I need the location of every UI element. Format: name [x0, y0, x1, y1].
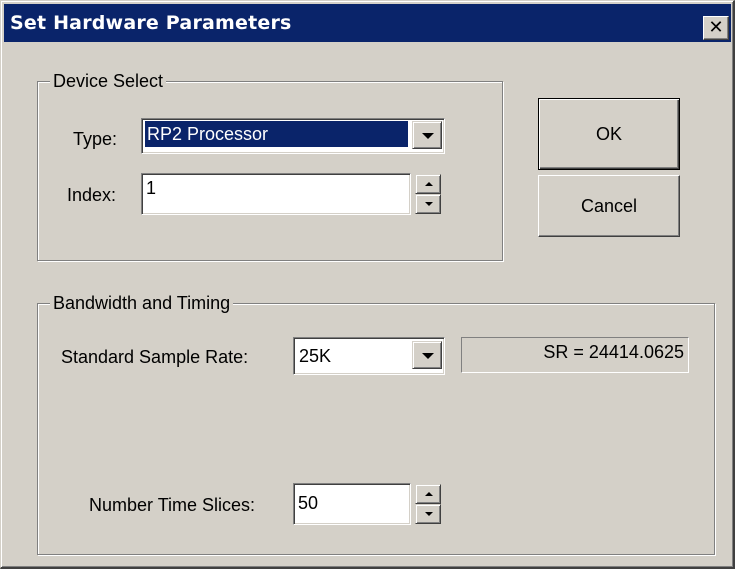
index-value: 1 [146, 178, 157, 198]
index-spin-down-button[interactable] [415, 194, 441, 214]
time-slices-value: 50 [298, 493, 319, 513]
index-spinner[interactable] [415, 174, 441, 214]
type-combobox[interactable]: RP2 Processor [141, 118, 445, 154]
sample-rate-combobox[interactable]: 25K [293, 337, 445, 375]
type-dropdown-button[interactable] [412, 121, 442, 149]
time-slices-spinner[interactable] [415, 484, 441, 524]
sr-readout: SR = 24414.0625 [461, 337, 689, 373]
arrow-up-icon [425, 182, 433, 186]
ok-button-label: OK [595, 124, 622, 144]
type-selected-value: RP2 Processor [145, 121, 408, 147]
sample-rate-value: 25K [299, 346, 332, 366]
time-slices-spin-up-button[interactable] [415, 484, 441, 504]
device-select-group: Device Select [37, 70, 503, 261]
ok-button[interactable]: OK [538, 98, 680, 170]
sample-rate-label: Standard Sample Rate: [61, 347, 249, 367]
arrow-up-icon [425, 492, 433, 496]
time-slices-spin-down-button[interactable] [415, 504, 441, 524]
cancel-button-label: Cancel [580, 196, 638, 216]
chevron-down-icon [422, 133, 434, 139]
sample-rate-dropdown-button[interactable] [412, 341, 442, 369]
time-slices-input[interactable]: 50 [293, 483, 411, 525]
index-input[interactable]: 1 [141, 173, 411, 215]
type-label: Type: [73, 129, 118, 149]
window-title: Set Hardware Parameters [10, 12, 292, 34]
title-bar[interactable]: Set Hardware Parameters [4, 4, 731, 42]
device-select-legend: Device Select [50, 70, 167, 92]
arrow-down-icon [425, 202, 433, 206]
time-slices-label: Number Time Slices: [89, 495, 256, 515]
bandwidth-timing-legend: Bandwidth and Timing [50, 292, 234, 314]
index-label: Index: [67, 185, 117, 205]
chevron-down-icon [422, 353, 434, 359]
index-spin-up-button[interactable] [415, 174, 441, 194]
arrow-down-icon [425, 512, 433, 516]
close-button[interactable]: ✕ [703, 16, 729, 40]
close-icon: ✕ [708, 17, 724, 38]
sr-readout-text: SR = 24414.0625 [543, 342, 684, 362]
cancel-button[interactable]: Cancel [538, 175, 680, 237]
set-hardware-parameters-dialog: Set Hardware Parameters ✕ Device Select … [0, 0, 735, 569]
